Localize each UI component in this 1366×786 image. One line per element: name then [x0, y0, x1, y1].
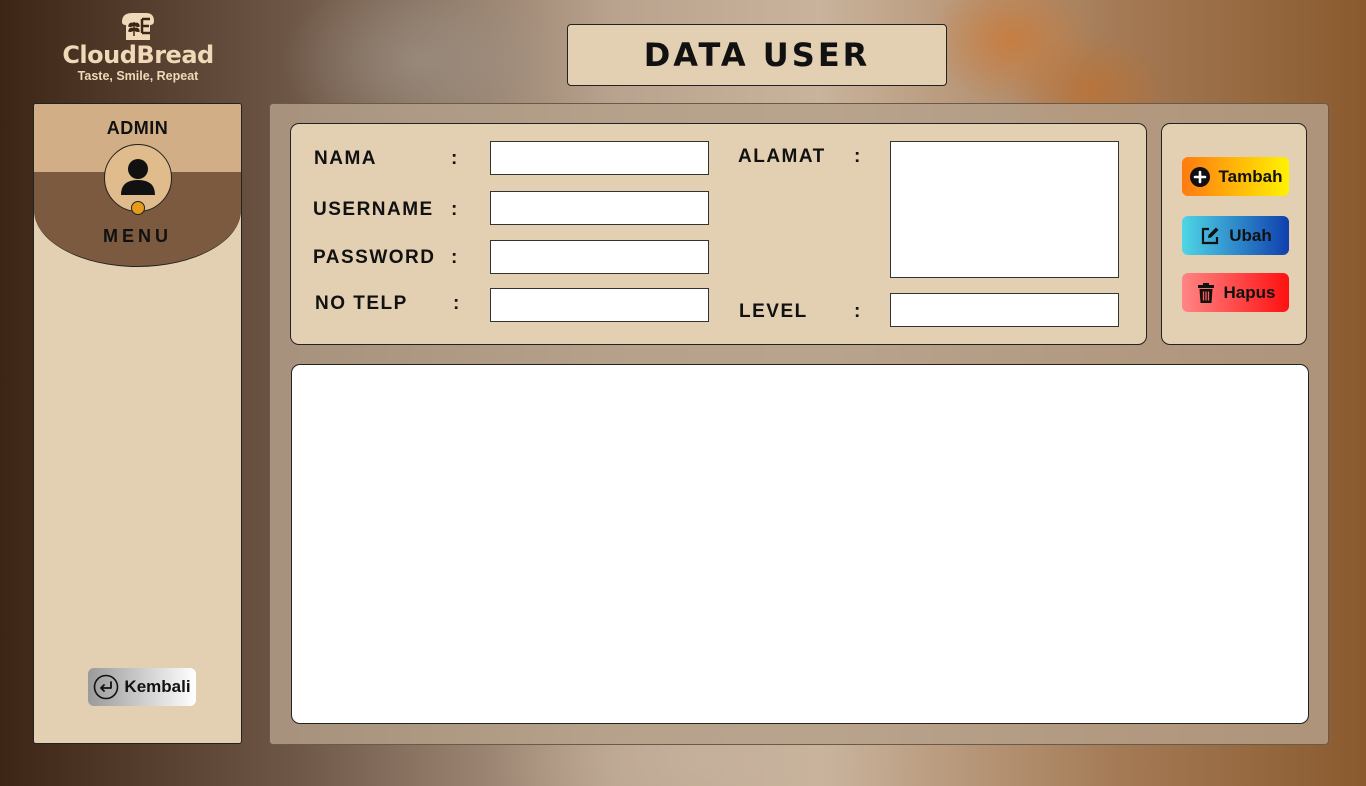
level-label: LEVEL	[739, 301, 808, 322]
page-title: DATA USER	[567, 24, 947, 86]
password-input[interactable]	[490, 240, 709, 274]
alamat-colon: :	[854, 146, 861, 167]
user-data-table[interactable]	[291, 364, 1309, 724]
menu-label: MENU	[103, 226, 172, 246]
tambah-label: Tambah	[1218, 166, 1283, 186]
plus-circle-icon	[1189, 166, 1210, 187]
brand-tagline: Taste, Smile, Repeat	[77, 69, 199, 83]
bread-logo-icon	[118, 10, 158, 42]
brand-logo: CloudBread Taste, Smile, Repeat	[58, 10, 218, 83]
nama-input[interactable]	[490, 141, 709, 175]
kembali-button[interactable]: Kembali	[88, 668, 196, 706]
username-colon: :	[451, 199, 458, 220]
ubah-label: Ubah	[1229, 225, 1272, 245]
kembali-label: Kembali	[124, 677, 191, 696]
role-label: ADMIN	[106, 118, 169, 138]
sidebar: ADMIN MENU	[33, 103, 242, 744]
username-input[interactable]	[490, 191, 709, 225]
status-dot-icon	[131, 201, 145, 215]
nama-colon: :	[451, 148, 458, 169]
ubah-button[interactable]: Ubah	[1182, 216, 1289, 255]
notelp-label: NO TELP	[315, 293, 408, 314]
hapus-label: Hapus	[1223, 282, 1276, 302]
alamat-textarea[interactable]	[890, 141, 1119, 278]
notelp-colon: :	[453, 293, 460, 314]
nama-label: NAMA	[314, 148, 377, 169]
password-label: PASSWORD	[313, 247, 436, 268]
back-arrow-icon	[94, 674, 119, 700]
brand-name: CloudBread	[62, 41, 214, 69]
hapus-button[interactable]: Hapus	[1182, 273, 1289, 312]
tambah-button[interactable]: Tambah	[1182, 157, 1289, 196]
password-colon: :	[451, 247, 458, 268]
level-colon: :	[854, 301, 861, 322]
page-title-text: DATA USER	[643, 36, 871, 74]
trash-icon	[1197, 282, 1214, 303]
notelp-input[interactable]	[490, 288, 709, 322]
username-label: USERNAME	[313, 199, 434, 220]
edit-icon	[1202, 227, 1219, 244]
level-input[interactable]	[890, 293, 1119, 327]
alamat-label: ALAMAT	[738, 146, 826, 167]
